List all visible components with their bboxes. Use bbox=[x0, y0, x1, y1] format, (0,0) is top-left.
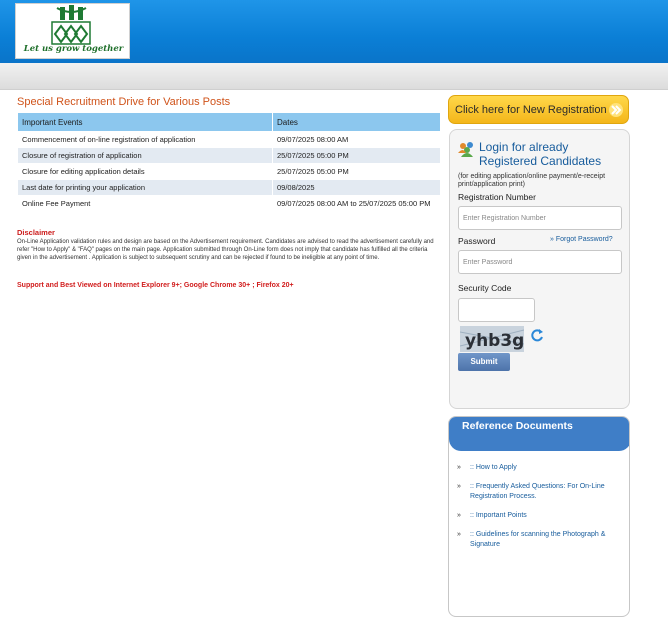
browser-support-notice: Support and Best Viewed on Internet Expl… bbox=[17, 282, 294, 289]
column-header-dates: Dates bbox=[272, 112, 441, 132]
reference-link-photo-guidelines[interactable]: » :: Guidelines for scanning the Photogr… bbox=[457, 530, 622, 550]
password-input[interactable]: Enter Password bbox=[458, 250, 622, 274]
table-row: Online Fee Payment 09/07/2025 08:00 AM t… bbox=[17, 195, 441, 212]
disclaimer-text: On-Line Application validation rules and… bbox=[17, 239, 434, 261]
date-cell: 09/07/2025 08:00 AM bbox=[272, 131, 441, 148]
password-label: Password bbox=[458, 236, 496, 246]
event-cell: Last date for printing your application bbox=[17, 179, 273, 196]
captcha-image: yhb3g bbox=[460, 326, 524, 352]
double-chevron-icon: » bbox=[457, 512, 461, 519]
reference-link-label: :: Important Points bbox=[470, 512, 527, 519]
captcha-text: yhb3g bbox=[465, 331, 524, 351]
reference-link-label: :: How to Apply bbox=[470, 464, 517, 471]
registration-number-input[interactable]: Enter Registration Number bbox=[458, 206, 622, 230]
double-chevron-icon: » bbox=[457, 464, 461, 471]
event-cell: Closure for editing application details bbox=[17, 163, 273, 180]
table-row: Commencement of on-line registration of … bbox=[17, 131, 441, 148]
security-code-label: Security Code bbox=[458, 283, 512, 293]
security-code-input[interactable] bbox=[458, 298, 535, 322]
reference-link-label: :: Frequently Asked Questions: For On-Li… bbox=[470, 483, 605, 500]
reference-link-faq[interactable]: » :: Frequently Asked Questions: For On-… bbox=[457, 482, 622, 502]
login-title: Login for already Registered Candidates bbox=[479, 140, 602, 168]
login-panel: Login for already Registered Candidates … bbox=[449, 129, 630, 409]
table-row: Closure of registration of application 2… bbox=[17, 147, 441, 164]
reference-link-label: :: Guidelines for scanning the Photograp… bbox=[470, 531, 606, 548]
table-row: Closure for editing application details … bbox=[17, 163, 441, 180]
date-cell: 25/07/2025 05:00 PM bbox=[272, 147, 441, 164]
table-header-row: Important Events Dates bbox=[17, 112, 441, 132]
double-chevron-right-icon bbox=[609, 103, 623, 117]
login-note: (for editing application/online payment/… bbox=[458, 173, 606, 188]
event-cell: Online Fee Payment bbox=[17, 195, 273, 212]
event-cell: Closure of registration of application bbox=[17, 147, 273, 164]
reference-documents-header: Reference Documents bbox=[449, 417, 629, 451]
date-cell: 09/08/2025 bbox=[272, 179, 441, 196]
users-icon bbox=[458, 142, 473, 157]
double-chevron-icon: » bbox=[457, 483, 461, 490]
logo-tagline: Let us grow together bbox=[23, 44, 124, 54]
reference-documents-list: » :: How to Apply » :: Frequently Asked … bbox=[457, 463, 622, 559]
disclaimer-title: Disclaimer bbox=[17, 228, 55, 237]
submit-button[interactable]: Submit bbox=[458, 353, 510, 371]
forgot-password-label: Forgot Password? bbox=[555, 236, 613, 243]
new-registration-button[interactable]: Click here for New Registration bbox=[448, 95, 629, 124]
date-cell: 09/07/2025 08:00 AM to 25/07/2025 05:00 … bbox=[272, 195, 441, 212]
reference-link-important-points[interactable]: » :: Important Points bbox=[457, 511, 622, 521]
double-chevron-icon: » bbox=[457, 531, 461, 538]
date-cell: 25/07/2025 05:00 PM bbox=[272, 163, 441, 180]
section-title: Special Recruitment Drive for Various Po… bbox=[17, 96, 231, 108]
table-row: Last date for printing your application … bbox=[17, 179, 441, 196]
reference-documents-title: Reference Documents bbox=[462, 420, 573, 432]
important-events-table: Important Events Dates Commencement of o… bbox=[17, 112, 441, 212]
reference-documents-panel: Reference Documents » :: How to Apply » … bbox=[448, 416, 630, 617]
reference-link-how-to-apply[interactable]: » :: How to Apply bbox=[457, 463, 622, 473]
forgot-password-link[interactable]: » Forgot Password? bbox=[550, 236, 613, 243]
column-header-events: Important Events bbox=[17, 112, 273, 132]
registration-number-label: Registration Number bbox=[458, 192, 536, 202]
logo[interactable]: Let us grow together bbox=[15, 3, 130, 59]
header-bar: Let us grow together bbox=[0, 0, 668, 63]
double-chevron-icon: » bbox=[550, 236, 554, 243]
event-cell: Commencement of on-line registration of … bbox=[17, 131, 273, 148]
refresh-captcha-icon[interactable] bbox=[530, 328, 544, 342]
new-registration-label: Click here for New Registration bbox=[455, 104, 607, 116]
sub-header-bar bbox=[0, 63, 668, 90]
